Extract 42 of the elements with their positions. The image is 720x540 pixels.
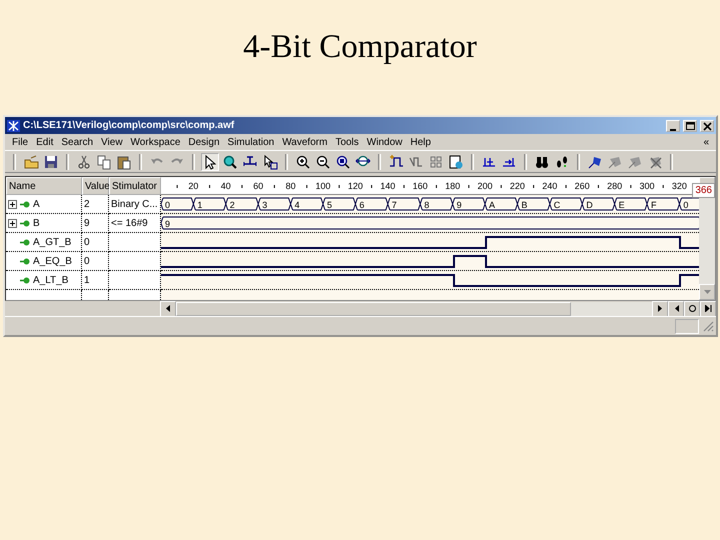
time-label: 160 [412, 181, 428, 191]
bus-value: 0 [165, 200, 170, 210]
time-label: 120 [348, 181, 363, 191]
bus-value: 4 [294, 200, 300, 210]
bus-value: 2 [230, 200, 235, 210]
bus-value: 1 [197, 200, 202, 210]
bus-value: 6 [359, 200, 364, 210]
bus-value: D [586, 200, 593, 210]
time-label: 320 [672, 181, 687, 191]
cursor-time-tooltip: 366 [692, 183, 715, 198]
time-label: 200 [477, 181, 493, 191]
signal-value: 1 [82, 271, 109, 290]
time-label: 140 [380, 181, 396, 191]
time-label: 180 [445, 181, 460, 191]
time-label: 100 [315, 181, 331, 191]
window-title: C:\LSE171\Verilog\comp\comp\src\comp.awf [23, 120, 236, 131]
time-label: 80 [286, 181, 296, 191]
time-label: 60 [253, 181, 264, 191]
bus-value: 9 [165, 219, 170, 229]
time-label: 280 [607, 181, 622, 191]
bus-value: 8 [424, 200, 430, 210]
time-label: 240 [542, 181, 558, 191]
bus-value: 7 [392, 200, 397, 210]
bus-value: 9 [456, 200, 462, 210]
time-label: 40 [220, 181, 231, 191]
signal-value: 0 [82, 252, 109, 271]
time-label: 220 [510, 181, 525, 191]
bus-value: 3 [262, 200, 268, 210]
time-label: 300 [639, 181, 655, 191]
bus-value: E [618, 200, 625, 210]
bus-value: 0 [683, 200, 688, 210]
bus-value: B [521, 200, 528, 210]
signal-value: 9 [82, 214, 109, 233]
bus-value: C [554, 200, 560, 210]
signal-value: 2 [82, 195, 109, 214]
time-label: 260 [574, 181, 590, 191]
bus-value: 5 [327, 200, 332, 210]
bus-value: F [651, 200, 656, 210]
bus-value: A [489, 200, 496, 210]
slide-title: 4-Bit Comparator [243, 28, 477, 67]
signal-value: 0 [82, 233, 109, 252]
time-label: 20 [188, 181, 198, 191]
